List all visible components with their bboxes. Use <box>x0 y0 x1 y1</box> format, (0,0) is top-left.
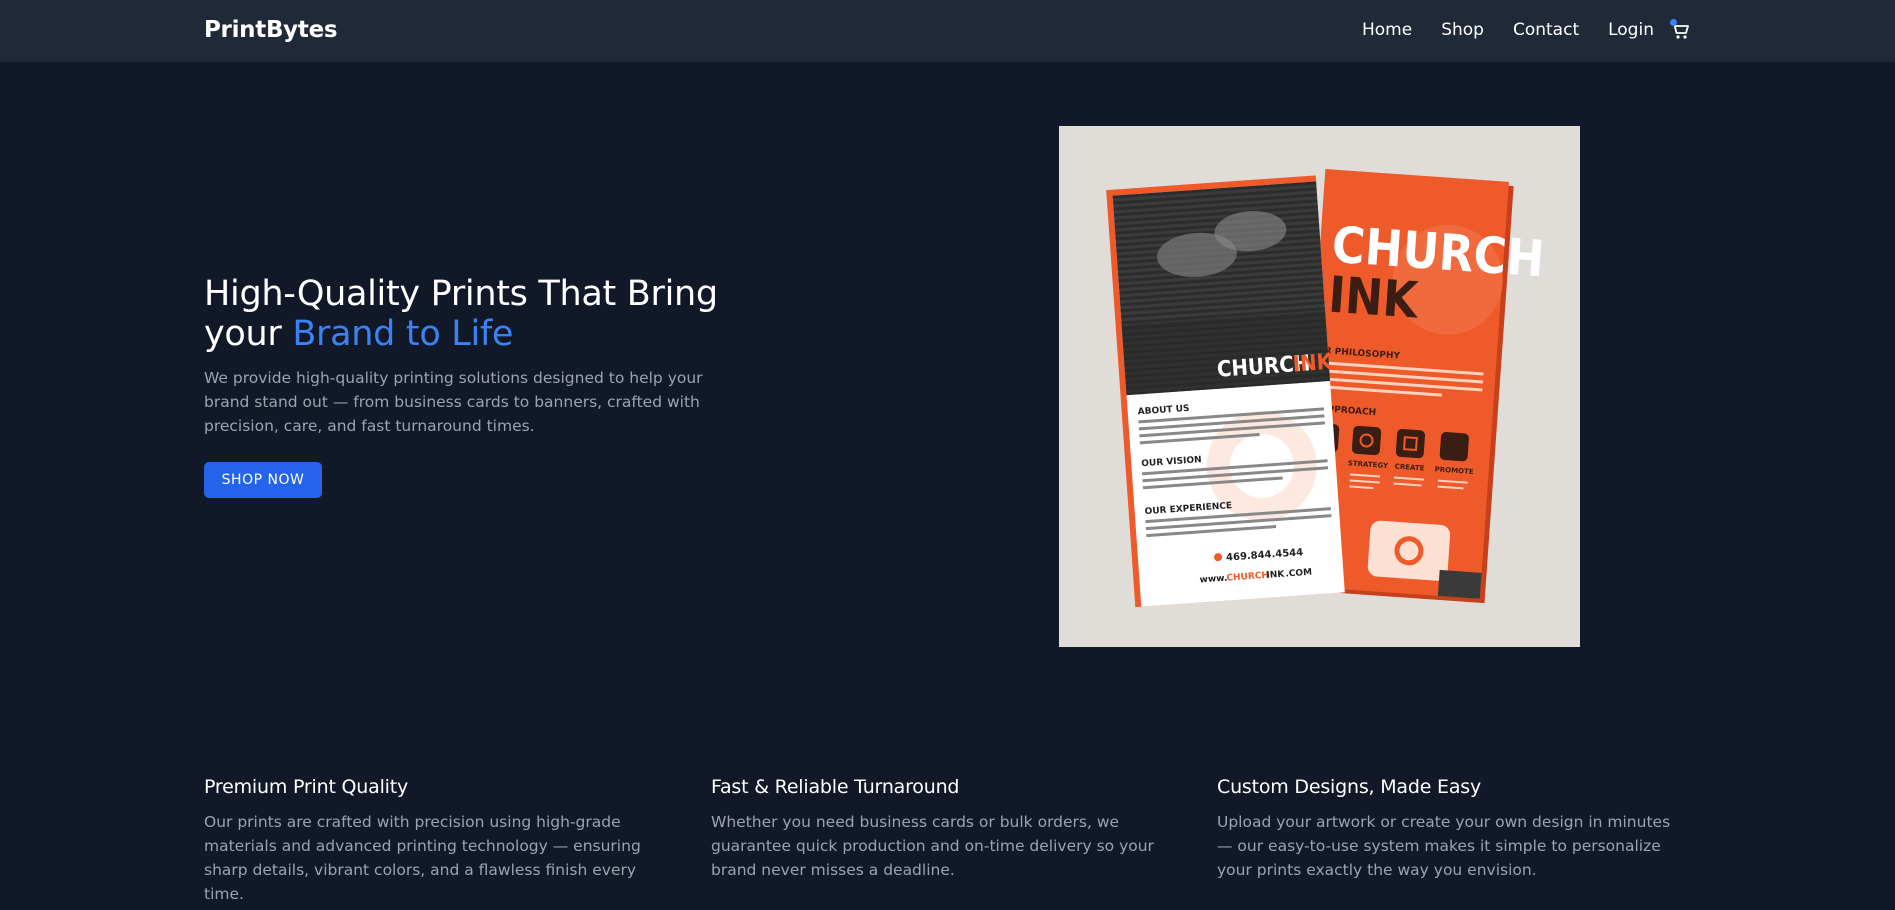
front-url-prefix: www. <box>1199 574 1227 586</box>
nav-home-link[interactable]: Home <box>1362 20 1412 40</box>
feature-description: Our prints are crafted with precision us… <box>204 813 641 903</box>
back-title-b: INK <box>1327 266 1422 330</box>
feature-print-quality: Premium Print Quality Our prints are cra… <box>204 776 674 906</box>
hero-title: High-Quality Prints That Bring your Bran… <box>204 274 764 354</box>
cart-button[interactable] <box>1668 18 1692 42</box>
feature-description: Whether you need business cards or bulk … <box>711 813 1154 879</box>
front-brochure: CHURCH INK ABOUT US OUR VISION OUR EXPER… <box>1106 175 1345 608</box>
hero-image: CHURCH INK R PHILOSOPHY APPROACH CH STRA… <box>1059 126 1580 647</box>
nav-contact-link[interactable]: Contact <box>1513 20 1579 40</box>
feature-turnaround: Fast & Reliable Turnaround Whether you n… <box>711 776 1181 882</box>
front-url-ink: INK <box>1266 570 1286 581</box>
front-url-com: .COM <box>1285 568 1312 580</box>
brochure-illustration: CHURCH INK R PHILOSOPHY APPROACH CH STRA… <box>1106 168 1546 608</box>
nav-shop-link[interactable]: Shop <box>1441 20 1484 40</box>
top-navbar: PrintBytes Home Shop Contact Login <box>0 0 1895 62</box>
hero-title-accent: Brand to Life <box>292 314 514 354</box>
feature-description: Upload your artwork or create your own d… <box>1217 813 1671 879</box>
feature-title: Fast & Reliable Turnaround <box>711 776 960 798</box>
feature-custom-designs: Custom Designs, Made Easy Upload your ar… <box>1217 776 1687 882</box>
feature-title: Premium Print Quality <box>204 776 409 798</box>
cart-badge <box>1670 19 1677 26</box>
nav-login-link[interactable]: Login <box>1608 20 1654 40</box>
nav-links: Home Shop Contact Login <box>1362 20 1683 40</box>
hero-description: We provide high-quality printing solutio… <box>204 369 703 435</box>
front-brand-b: INK <box>1292 350 1334 378</box>
feature-title: Custom Designs, Made Easy <box>1217 776 1482 798</box>
brand-logo[interactable]: PrintBytes <box>204 17 338 43</box>
shop-now-button[interactable]: SHOP NOW <box>204 462 322 498</box>
